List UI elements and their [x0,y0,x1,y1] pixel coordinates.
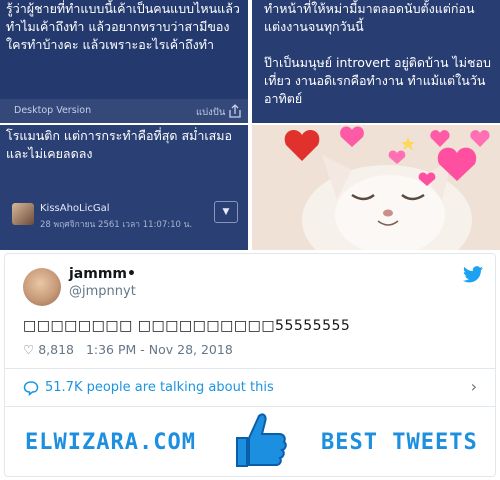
text-line: โรแมนติก แต่การกระทำคือที่สุด สม่ำเสมอ [6,128,233,143]
heart-outline-icon[interactable]: ♡ [23,342,34,357]
tweet-text: □□□□□□□□ □□□□□□□□□□55555555 [23,318,351,334]
text-line: ทำไมเค้าถึงทำ แล้วอยากทราบว่าสามีของ [6,19,230,34]
comment-bubble-icon[interactable] [23,380,39,396]
site-brand-text: ELWIZARA.COM [25,430,196,455]
thai-text-block: รู้ว่าผู้ชายที่ทำแบบนี้เค้าเป็นคนแบบไหนแ… [0,0,248,54]
thai-text-block: ทำหน้าที่ให้หม่ามี้มาตลอดนับตั้งแต่ก่อน … [258,0,497,108]
thai-text-block: โรแมนติก แต่การกระทำคือที่สุด สม่ำเสมอ แ… [0,125,248,163]
display-name[interactable]: jammm• [69,266,136,282]
screenshot-panel-top-left: รู้ว่าผู้ชายที่ทำแบบนี้เค้าเป็นคนแบบไหนแ… [0,0,248,123]
text-line: เที่ยว งานอดิเรกคือทำงาน ทำแม้แต่ในวัน [264,73,486,88]
text-line [264,36,491,54]
divider [5,368,495,369]
twitter-bird-icon[interactable] [463,266,483,283]
poster-card: KissAhoLicGal 28 พฤศจิกายน 2561 เวลา 11:… [8,197,238,231]
poster-username: KissAhoLicGal [40,203,110,214]
share-icon [229,104,241,118]
best-tweets-text: BEST TWEETS [321,430,478,455]
dropdown-button[interactable]: ▼ [214,201,238,223]
like-count[interactable]: 8,818 [38,342,74,357]
conversation-link[interactable]: 51.7K people are talking about this [45,380,274,395]
poster-date: 28 พฤศจิกายน 2561 เวลา 11:07:10 น. [40,220,193,230]
share-label: แบ่งปัน [196,107,226,118]
cat-hearts-image [252,125,500,250]
desktop-version-link: Desktop Version [14,105,92,116]
text-line: แต่งงานจนทุกวันนี้ [264,19,364,34]
tweet-meta: ♡ 8,818 1:36 PM - Nov 28, 2018 [23,342,233,357]
screenshot-panel-top-right: ทำหน้าที่ให้หม่ามี้มาตลอดนับตั้งแต่ก่อน … [252,0,500,123]
tweet-card[interactable]: jammm• @jmpnnyt □□□□□□□□ □□□□□□□□□□55555… [4,253,496,477]
user-handle[interactable]: @jmpnnyt [69,284,136,299]
text-line: และไม่เคยลดลง [6,146,93,161]
poster-avatar [12,203,34,225]
cat-illustration [252,125,500,250]
text-line: อาทิตย์ [264,91,303,106]
desktop-bar: Desktop Version แบ่งปัน [0,99,248,123]
avatar[interactable] [23,268,61,306]
divider [5,406,495,407]
tweet-timestamp[interactable]: 1:36 PM - Nov 28, 2018 [86,342,233,357]
text-line: ใครทำบ้างคะ แล้วเพราะอะไรเค้าถึงทำ [6,37,215,52]
tweet-media-collage[interactable]: รู้ว่าผู้ชายที่ทำแบบนี้เค้าเป็นคนแบบไหนแ… [0,0,500,250]
text-line: ป๊าเป็นมนุษย์ introvert อยู่ติดบ้าน ไม่ช… [264,55,491,70]
text-line: รู้ว่าผู้ชายที่ทำแบบนี้เค้าเป็นคนแบบไหนแ… [6,1,240,16]
screenshot-panel-bottom-left: โรแมนติก แต่การกระทำคือที่สุด สม่ำเสมอ แ… [0,125,248,250]
chevron-right-icon[interactable]: › [471,377,477,396]
text-line: ทำหน้าที่ให้หม่ามี้มาตลอดนับตั้งแต่ก่อน [264,1,475,16]
thumbs-up-icon [236,413,287,467]
